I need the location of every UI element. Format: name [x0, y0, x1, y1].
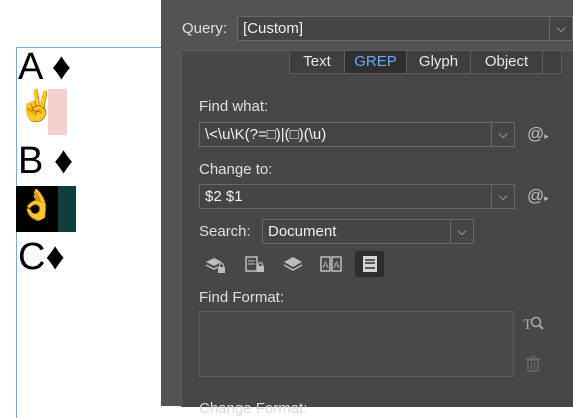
svg-text:A: A [323, 260, 329, 270]
change-to-value: $2 $1 [205, 188, 243, 205]
doc-line-c: C♦ [18, 236, 65, 278]
include-footnotes-icon[interactable] [355, 251, 384, 277]
tab-text[interactable]: Text [289, 50, 345, 74]
include-hidden-layers-icon[interactable] [280, 252, 306, 276]
include-locked-stories-icon[interactable] [242, 252, 268, 276]
svg-text:T: T [523, 317, 532, 333]
trash-icon[interactable] [520, 352, 546, 376]
doc-line-a: A ♦ [18, 46, 72, 88]
find-format-box[interactable] [199, 311, 514, 377]
find-what-field[interactable]: \<\u\K(?=□)|(□)(\u) ⌵ [199, 122, 515, 147]
search-scope-value: Document [268, 223, 337, 240]
tab-grep[interactable]: GREP [344, 50, 407, 74]
change-to-label: Change to: [199, 161, 273, 178]
doc-line-ok-hand: 👌 [18, 189, 56, 222]
chevron-down-icon[interactable]: ⌵ [549, 17, 572, 40]
tab-object[interactable]: Object [470, 50, 543, 74]
include-master-pages-icon[interactable]: AA [318, 252, 344, 276]
query-label: Query: [182, 20, 228, 37]
special-characters-icon[interactable]: @▸ [527, 186, 549, 206]
find-what-label: Find what: [199, 98, 269, 115]
chevron-down-icon[interactable]: ⌵ [491, 123, 514, 146]
find-format-label: Find Format: [199, 289, 285, 306]
chevron-down-icon[interactable]: ⌵ [491, 185, 514, 208]
svg-text:A: A [334, 260, 340, 270]
specify-attributes-icon[interactable]: T [520, 311, 546, 335]
pink-highlight-swatch [48, 89, 67, 135]
tab-glyph[interactable]: Glyph [406, 50, 471, 74]
teal-highlight-swatch [58, 186, 76, 232]
query-value: [Custom] [243, 20, 304, 37]
query-dropdown[interactable]: [Custom] ⌵ [237, 16, 573, 41]
tab-bar: Text GREP Glyph Object [289, 50, 562, 74]
search-label: Search: [199, 223, 251, 240]
tab-overflow[interactable] [542, 50, 562, 74]
doc-line-b: B ♦ [18, 140, 74, 182]
chevron-down-icon[interactable]: ⌵ [450, 220, 473, 243]
special-characters-icon[interactable]: @▸ [527, 124, 549, 144]
search-scope-dropdown[interactable]: Document ⌵ [262, 219, 474, 244]
include-locked-layers-icon[interactable] [202, 252, 228, 276]
change-format-label: Change Format: [199, 400, 308, 417]
change-to-field[interactable]: $2 $1 ⌵ [199, 184, 515, 209]
find-what-value: \<\u\K(?=□)|(□)(\u) [205, 126, 327, 143]
